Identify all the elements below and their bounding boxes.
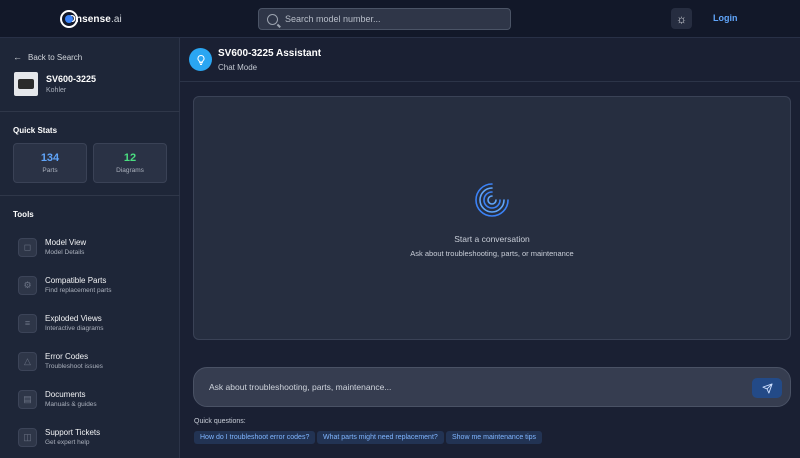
quick-question-chip[interactable]: What parts might need replacement? bbox=[317, 431, 444, 444]
stat-diagrams: 12 Diagrams bbox=[93, 143, 167, 183]
message-composer bbox=[193, 367, 791, 407]
tool-title: Support Tickets bbox=[45, 428, 101, 437]
tool-subtitle: Interactive diagrams bbox=[45, 325, 104, 332]
empty-state-title: Start a conversation bbox=[454, 234, 530, 244]
logo[interactable]: Onsense.ai bbox=[60, 10, 122, 28]
stat-label: Parts bbox=[42, 167, 58, 174]
tool-subtitle: Get expert help bbox=[45, 439, 90, 446]
chat-area: Start a conversation Ask about troublesh… bbox=[193, 96, 791, 340]
tool-compatible-parts[interactable]: ⚙ Compatible Parts Find replacement parts bbox=[18, 273, 168, 297]
model-card: SV600-3225 Kohler bbox=[14, 72, 96, 96]
ticket-icon: ◫ bbox=[18, 427, 37, 447]
tool-title: Error Codes bbox=[45, 352, 89, 361]
layers-icon: ≡ bbox=[18, 313, 37, 333]
model-brand: Kohler bbox=[46, 87, 67, 94]
tool-title: Model View bbox=[45, 238, 87, 247]
search-input[interactable] bbox=[285, 14, 495, 24]
send-icon bbox=[761, 382, 773, 394]
stat-value: 134 bbox=[40, 152, 60, 164]
quick-question-chip[interactable]: How do I troubleshoot error codes? bbox=[194, 431, 316, 444]
cube-icon: ◻ bbox=[18, 237, 37, 257]
assistant-mode: Chat Mode bbox=[218, 63, 258, 72]
back-label: Back to Search bbox=[28, 52, 83, 62]
tool-documents[interactable]: ▤ Documents Manuals & guides bbox=[18, 387, 168, 411]
model-thumbnail bbox=[14, 72, 38, 96]
lightbulb-icon bbox=[189, 48, 212, 71]
tool-subtitle: Manuals & guides bbox=[45, 401, 97, 408]
warning-icon: △ bbox=[18, 351, 37, 371]
tool-title: Exploded Views bbox=[45, 314, 102, 323]
tool-exploded-views[interactable]: ≡ Exploded Views Interactive diagrams bbox=[18, 311, 168, 335]
quick-questions-label: Quick questions: bbox=[194, 418, 246, 425]
empty-state-subtitle: Ask about troubleshooting, parts, or mai… bbox=[410, 249, 574, 258]
document-icon: ▤ bbox=[18, 389, 37, 409]
divider bbox=[0, 111, 180, 112]
tool-title: Compatible Parts bbox=[45, 276, 107, 285]
stat-value: 12 bbox=[123, 152, 137, 164]
quick-question-chip[interactable]: Show me maintenance tips bbox=[446, 431, 543, 444]
tool-model-view[interactable]: ◻ Model View Model Details bbox=[18, 235, 168, 259]
back-to-search-link[interactable]: ← Back to Search bbox=[13, 52, 82, 62]
gear-icon: ⚙ bbox=[18, 275, 37, 295]
message-input[interactable] bbox=[209, 382, 729, 392]
assistant-title: SV600-3225 Assistant bbox=[218, 48, 322, 59]
top-header: Onsense.ai ☼ Login bbox=[0, 0, 800, 38]
sun-icon: ☼ bbox=[676, 11, 687, 26]
assistant-header: SV600-3225 Assistant Chat Mode bbox=[180, 38, 800, 82]
spinner-icon bbox=[475, 183, 509, 217]
theme-toggle-button[interactable]: ☼ bbox=[671, 8, 692, 29]
tool-subtitle: Find replacement parts bbox=[45, 287, 112, 294]
logo-suffix: .ai bbox=[110, 13, 122, 25]
tool-subtitle: Model Details bbox=[45, 249, 85, 256]
login-button[interactable]: Login bbox=[713, 13, 738, 23]
tools-title: Tools bbox=[13, 210, 34, 219]
tool-error-codes[interactable]: △ Error Codes Troubleshoot issues bbox=[18, 349, 168, 373]
arrow-left-icon: ← bbox=[13, 52, 22, 62]
logo-mark bbox=[60, 10, 78, 28]
sidebar: ← Back to Search SV600-3225 Kohler Quick… bbox=[0, 38, 180, 458]
tool-subtitle: Troubleshoot issues bbox=[45, 363, 103, 370]
quick-stats-title: Quick Stats bbox=[13, 126, 58, 135]
model-number: SV600-3225 bbox=[46, 74, 97, 84]
divider bbox=[0, 195, 180, 196]
stat-label: Diagrams bbox=[116, 167, 144, 174]
tool-title: Documents bbox=[45, 390, 86, 399]
stat-parts: 134 Parts bbox=[13, 143, 87, 183]
search-bar[interactable] bbox=[258, 8, 511, 30]
search-icon bbox=[267, 13, 278, 25]
tool-support-tickets[interactable]: ◫ Support Tickets Get expert help bbox=[18, 425, 168, 449]
send-button[interactable] bbox=[752, 378, 782, 398]
